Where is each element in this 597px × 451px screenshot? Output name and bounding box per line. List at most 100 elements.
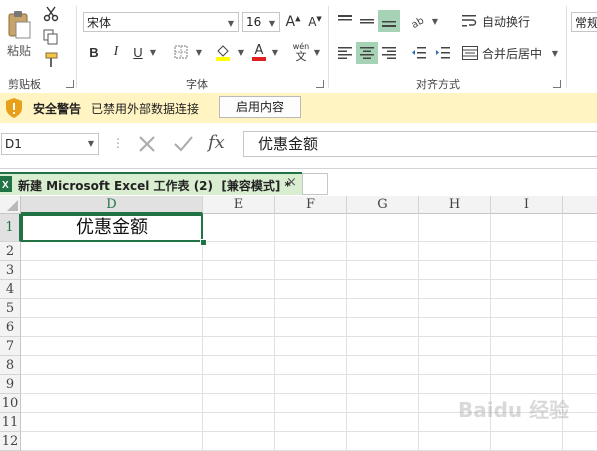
select-all-button[interactable] [0, 196, 21, 214]
number-format-value: 常规 [575, 15, 597, 30]
column-header-g[interactable]: G [347, 196, 419, 214]
row-label: 1 [5, 220, 14, 235]
fill-handle[interactable] [200, 239, 207, 246]
font-name-dropdown[interactable]: 宋体 ▼ [83, 12, 239, 32]
group-separator [328, 6, 329, 88]
row-header-3[interactable]: 3 [0, 261, 21, 280]
row-label: 2 [5, 244, 15, 259]
increase-font-button[interactable]: A▲ [284, 12, 302, 32]
format-painter-button[interactable] [40, 50, 62, 70]
copy-button[interactable] [40, 27, 62, 47]
orientation-button[interactable]: ab [408, 10, 430, 32]
top-align-button[interactable] [334, 10, 356, 32]
close-tab-icon[interactable]: × [286, 175, 297, 190]
align-left-button[interactable] [334, 42, 356, 64]
ribbon: 粘贴 剪贴板 宋体 ▼ 16 ▼ A▲ A▼ B I U ▼ ▼ ▼ A ▼ w… [0, 0, 597, 94]
row-label: 10 [1, 396, 19, 411]
bottom-align-button[interactable] [378, 10, 400, 32]
phonetic-button[interactable]: wén 文 [290, 40, 312, 64]
row-header-2[interactable]: 2 [0, 242, 21, 261]
row-header-12[interactable]: 12 [0, 432, 21, 451]
group-separator [566, 6, 567, 88]
number-format-dropdown[interactable]: 常规 [571, 12, 597, 32]
align-center-button[interactable] [356, 42, 378, 64]
copy-icon [43, 29, 58, 45]
new-tab-button[interactable] [302, 173, 328, 195]
clipboard-dialog-launcher[interactable] [66, 80, 74, 88]
merge-center-label: 合并后居中 [482, 46, 543, 61]
alignment-dialog-launcher[interactable] [553, 80, 561, 88]
font-color-dropdown[interactable]: ▼ [270, 42, 280, 62]
column-header-next[interactable] [563, 196, 597, 214]
column-label: I [523, 197, 530, 212]
row-label: 9 [5, 377, 15, 392]
borders-dropdown[interactable]: ▼ [194, 42, 204, 62]
column-header-h[interactable]: H [419, 196, 491, 214]
row-header-4[interactable]: 4 [0, 280, 21, 299]
font-dialog-launcher[interactable] [316, 80, 324, 88]
bold-label: B [89, 44, 99, 60]
formula-input[interactable]: 优惠金额 [243, 131, 597, 157]
paste-button[interactable]: 粘贴 [2, 4, 36, 64]
svg-text:ab: ab [411, 15, 426, 28]
security-warning-message: 已禁用外部数据连接 [91, 102, 200, 116]
row-header-6[interactable]: 6 [0, 318, 21, 337]
column-label: E [233, 197, 244, 212]
row-header-11[interactable]: 11 [0, 413, 21, 432]
underline-dropdown[interactable]: ▼ [148, 42, 158, 62]
more-options-icon[interactable]: ⋮ [112, 136, 124, 150]
borders-button[interactable] [170, 42, 192, 62]
row-header-5[interactable]: 5 [0, 299, 21, 318]
row-header-9[interactable]: 9 [0, 375, 21, 394]
excel-file-icon: X [0, 176, 12, 192]
underline-button[interactable]: U [128, 42, 148, 62]
bottom-align-icon [382, 21, 396, 27]
row-label: 7 [5, 339, 15, 354]
font-size-dropdown[interactable]: 16 ▼ [242, 12, 280, 32]
cell-d1[interactable]: 优惠金额 [21, 214, 203, 242]
row-header-1[interactable]: 1 [0, 214, 21, 242]
row-label: 5 [5, 301, 15, 316]
name-box[interactable]: D1 ▼ [1, 133, 99, 155]
column-label: F [305, 197, 316, 212]
wrap-text-button[interactable]: 自动换行 [462, 10, 544, 32]
paste-label: 粘贴 [6, 43, 31, 58]
font-color-button[interactable]: A [250, 42, 268, 62]
middle-align-button[interactable] [356, 10, 378, 32]
workbook-tab[interactable]: X 新建 Microsoft Excel 工作表 (2) [兼容模式] * × [0, 172, 302, 195]
row-header-8[interactable]: 8 [0, 356, 21, 375]
scissors-icon [43, 6, 59, 22]
decrease-font-button[interactable]: A▼ [306, 12, 324, 32]
gridline [21, 279, 597, 280]
row-header-10[interactable]: 10 [0, 394, 21, 413]
decrease-indent-button[interactable] [408, 42, 430, 64]
fill-color-dropdown[interactable]: ▼ [236, 42, 246, 62]
column-header-i[interactable]: I [491, 196, 563, 214]
cut-button[interactable] [40, 4, 62, 24]
column-header-f[interactable]: F [275, 196, 347, 214]
row-header-7[interactable]: 7 [0, 337, 21, 356]
italic-button[interactable]: I [106, 42, 126, 62]
column-header-e[interactable]: E [203, 196, 275, 214]
column-header-d[interactable]: D [21, 196, 203, 214]
align-center-icon [360, 47, 374, 59]
font-color-bar [252, 56, 266, 61]
confirm-entry-button[interactable] [172, 133, 196, 155]
merge-center-button[interactable]: 合并后居中 [462, 42, 552, 64]
phonetic-dropdown[interactable]: ▼ [312, 42, 322, 62]
bold-button[interactable]: B [84, 42, 104, 62]
chevron-down-icon: ▼ [87, 139, 94, 148]
font-name-value: 宋体 [87, 15, 112, 30]
cancel-entry-button[interactable] [136, 133, 160, 155]
orientation-dropdown[interactable]: ▼ [430, 10, 440, 32]
insert-function-button[interactable]: fx [208, 132, 234, 156]
merge-center-dropdown[interactable]: ▼ [550, 42, 560, 64]
borders-icon [174, 45, 188, 59]
align-right-button[interactable] [378, 42, 400, 64]
fill-color-button[interactable] [212, 42, 234, 62]
formula-bar: D1 ▼ ⋮ fx 优惠金额 [0, 123, 597, 169]
increase-indent-button[interactable] [432, 42, 454, 64]
enable-content-button[interactable]: 启用内容 [219, 96, 301, 118]
gridline [21, 374, 597, 375]
select-all-triangle-icon [7, 200, 18, 211]
